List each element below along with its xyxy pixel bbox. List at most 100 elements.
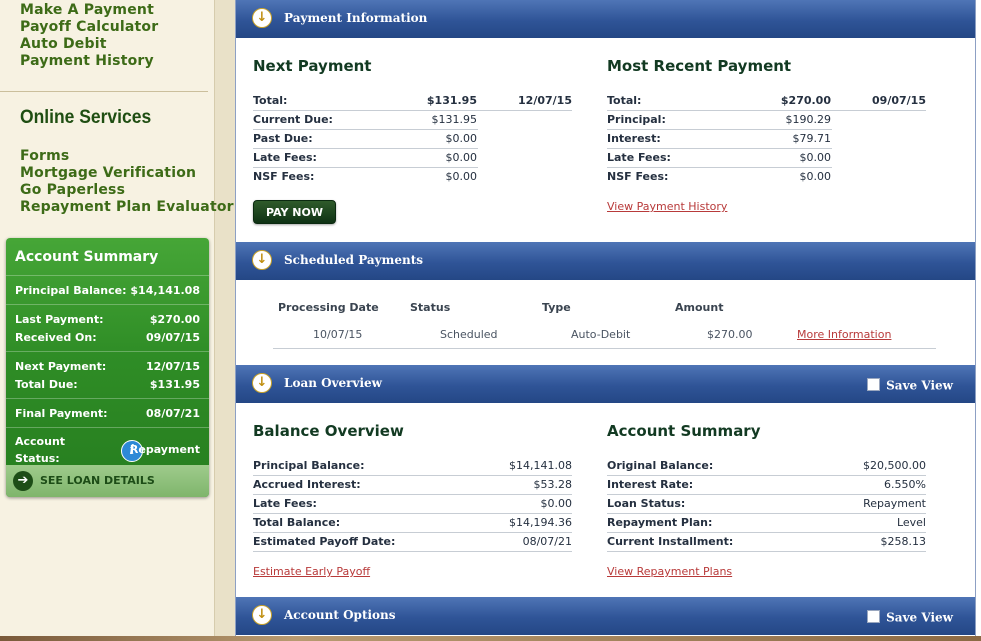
save-view-checkbox[interactable] (867, 377, 881, 391)
collapse-arrow-icon[interactable] (252, 8, 272, 28)
last-payment-label: Last Payment: (15, 313, 104, 326)
account-summary-divider (6, 427, 209, 428)
account-summary-title: Account Summary (607, 422, 761, 440)
online-services-title: Online Services (20, 107, 152, 128)
pay-now-button[interactable]: PAY NOW (253, 200, 336, 224)
table-row: Interest Rate: 6.550% (607, 476, 926, 495)
payment-history-link[interactable]: Payment History (20, 53, 154, 69)
table-row: Total: $131.95 12/07/15 (253, 92, 572, 111)
row-value: $0.00 (799, 170, 832, 183)
row-label: Total: (253, 94, 288, 107)
row-value: $258.13 (880, 535, 927, 548)
account-status-value: Repayment (129, 443, 200, 456)
row-value: $79.71 (792, 132, 832, 145)
row-value: $131.95 (431, 113, 478, 126)
row-value: $14,141.08 (509, 459, 572, 472)
more-information-link[interactable]: More Information (797, 328, 891, 341)
table-row: Original Balance: $20,500.00 (607, 457, 926, 476)
principal-balance-value: $14,141.08 (130, 284, 200, 297)
row-value: Repayment (863, 497, 926, 510)
row-label: Loan Status: (607, 497, 686, 510)
save-view-label: Save View (886, 610, 953, 625)
total-due-label: Total Due: (15, 378, 78, 391)
row-date: 12/07/15 (518, 94, 572, 107)
row-label: Interest Rate: (607, 478, 694, 491)
received-on-value: 09/07/15 (146, 331, 200, 344)
account-summary-divider (6, 275, 209, 276)
table-row: Accrued Interest: $53.28 (253, 476, 572, 495)
last-payment-value: $270.00 (149, 313, 200, 326)
mortgage-verification-link[interactable]: Mortgage Verification (20, 165, 196, 181)
account-summary-divider (6, 398, 209, 399)
collapse-arrow-icon[interactable] (252, 373, 272, 393)
table-row: Principal: $190.29 (607, 111, 832, 130)
account-summary-divider (6, 351, 209, 352)
row-label: Original Balance: (607, 459, 714, 472)
save-view-checkbox[interactable] (867, 609, 881, 623)
account-status-label-line1: Account (15, 435, 66, 448)
received-on-label: Received On: (15, 331, 97, 344)
repayment-plan-evaluator-link[interactable]: Repayment Plan Evaluator (20, 199, 234, 215)
row-value: $0.00 (445, 170, 478, 183)
table-row: Loan Status: Repayment (607, 495, 926, 514)
next-payment-value: 12/07/15 (146, 360, 200, 373)
make-a-payment-link[interactable]: Make A Payment (20, 2, 154, 18)
row-label: Repayment Plan: (607, 516, 713, 529)
loan-overview-title: Loan Overview (284, 376, 382, 390)
forms-link[interactable]: Forms (20, 148, 69, 164)
table-row: Current Due: $131.95 (253, 111, 478, 130)
table-row: Current Installment: $258.13 (607, 533, 926, 552)
row-label: NSF Fees: (607, 170, 669, 183)
row-value: $270.00 (780, 94, 831, 107)
save-view-toggle[interactable]: Save View (867, 375, 953, 393)
table-row: Total Balance: $14,194.36 (253, 514, 572, 533)
column-header-processing-date: Processing Date (278, 301, 379, 314)
see-loan-details-button[interactable]: ➔ SEE LOAN DETAILS (6, 465, 209, 497)
table-row: Estimated Payoff Date: 08/07/21 (253, 533, 572, 552)
account-options-title: Account Options (284, 608, 396, 622)
table-row: Late Fees: $0.00 (253, 495, 572, 514)
payment-information-title: Payment Information (284, 11, 428, 25)
column-header-type: Type (542, 301, 571, 314)
arrow-right-icon: ➔ (13, 471, 33, 491)
table-row: Past Due: $0.00 (253, 130, 478, 149)
sidebar-divider (0, 91, 208, 92)
payoff-calculator-link[interactable]: Payoff Calculator (20, 19, 158, 35)
view-repayment-plans-link[interactable]: View Repayment Plans (607, 565, 732, 578)
row-value: $0.00 (445, 132, 478, 145)
save-view-toggle[interactable]: Save View (867, 607, 953, 625)
final-payment-value: 08/07/21 (146, 407, 200, 420)
row-label: Principal: (607, 113, 666, 126)
row-value: $0.00 (799, 151, 832, 164)
scheduled-payments-header: Scheduled Payments (236, 242, 975, 280)
row-label: Estimated Payoff Date: (253, 535, 396, 548)
amount-cell: $270.00 (707, 328, 753, 341)
row-label: Current Installment: (607, 535, 734, 548)
row-label: Accrued Interest: (253, 478, 361, 491)
collapse-arrow-icon[interactable] (252, 605, 272, 625)
main-panel: Payment Information Next Payment Total: … (235, 0, 976, 641)
account-options-header: Account Options Save View (236, 597, 975, 635)
table-row: Interest: $79.71 (607, 130, 832, 149)
next-payment-label: Next Payment: (15, 360, 107, 373)
collapse-arrow-icon[interactable] (252, 250, 272, 270)
table-row: Principal Balance: $14,141.08 (253, 457, 572, 476)
column-header-amount: Amount (675, 301, 724, 314)
row-label: Late Fees: (607, 151, 671, 164)
table-row: Late Fees: $0.00 (253, 149, 478, 168)
total-due-value: $131.95 (149, 378, 200, 391)
account-summary-divider (6, 304, 209, 305)
row-label: Late Fees: (253, 151, 317, 164)
view-payment-history-link[interactable]: View Payment History (607, 200, 727, 213)
table-row: NSF Fees: $0.00 (253, 168, 478, 187)
auto-debit-link[interactable]: Auto Debit (20, 36, 107, 52)
go-paperless-link[interactable]: Go Paperless (20, 182, 125, 198)
estimate-early-payoff-link[interactable]: Estimate Early Payoff (253, 565, 370, 578)
table-row: 10/07/15 Scheduled Auto-Debit $270.00 Mo… (273, 320, 936, 349)
processing-date-cell: 10/07/15 (313, 328, 363, 341)
table-row: Late Fees: $0.00 (607, 149, 832, 168)
account-summary-title: Account Summary (15, 249, 159, 265)
row-value: $0.00 (445, 151, 478, 164)
account-status-label-line2: Status: (15, 452, 60, 465)
save-view-label: Save View (886, 378, 953, 393)
